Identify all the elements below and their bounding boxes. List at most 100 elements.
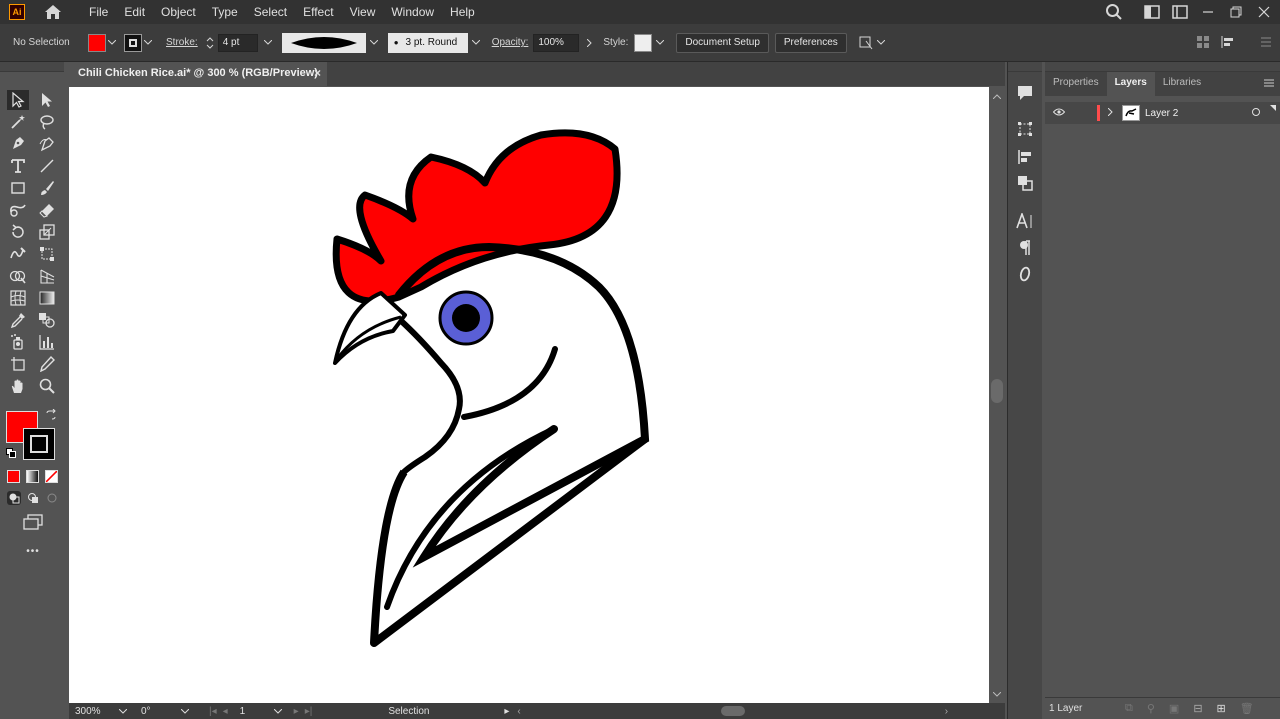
comb-shape[interactable] [332,129,621,305]
gradient-mode-button[interactable] [26,470,39,483]
collect-for-export-icon[interactable]: ⧉ [1125,702,1133,715]
layer-row[interactable]: Layer 2 [1045,102,1280,124]
artboard-tool-icon[interactable] [7,354,29,374]
rotate-tool-icon[interactable] [7,222,29,242]
zoom-dropdown-icon[interactable] [118,706,133,717]
direct-selection-tool-icon[interactable] [36,90,58,110]
stroke-weight-dropdown-icon[interactable] [262,34,274,52]
locate-object-icon[interactable]: ⚲ [1147,702,1155,715]
restore-icon[interactable] [1224,0,1248,24]
menu-file[interactable]: File [81,0,116,24]
pathfinder-panel-icon[interactable] [1015,174,1035,192]
menu-view[interactable]: View [342,0,384,24]
edit-toolbar-button[interactable]: ••• [22,546,44,560]
eyedropper-tool-icon[interactable] [7,310,29,330]
selection-tool-icon[interactable] [7,90,29,110]
opentype-panel-icon[interactable] [1015,265,1035,283]
stroke-dropdown-icon[interactable] [142,34,154,52]
menu-effect[interactable]: Effect [295,0,341,24]
rotation-dropdown-icon[interactable] [180,706,195,717]
shape-builder-tool-icon[interactable] [7,266,29,286]
shaper-tool-icon[interactable] [7,200,29,220]
neck-back-outline[interactable] [370,435,648,647]
close-window-icon[interactable] [1252,0,1276,24]
transform-options-icon[interactable] [857,34,875,52]
opacity-input[interactable]: 100% [533,33,580,52]
hscroll-left-icon[interactable]: ‹ [517,706,520,717]
fill-swatch[interactable] [88,33,106,52]
next-artboard-icon[interactable]: ▸ [294,706,299,717]
character-panel-icon[interactable] [1015,212,1035,230]
scroll-down-icon[interactable] [992,688,1002,700]
right-panel-grip[interactable] [1045,62,1280,72]
cheek-line[interactable] [461,346,558,420]
close-document-icon[interactable]: × [314,62,321,84]
swap-fill-stroke-icon[interactable] [45,408,57,421]
symbol-sprayer-tool-icon[interactable] [7,332,29,352]
slice-tool-icon[interactable] [36,354,58,374]
profile-dropdown-icon[interactable] [368,34,380,52]
pen-tool-icon[interactable] [7,134,29,154]
stroke-swatch[interactable] [124,33,142,52]
stroke-color-swatch[interactable] [23,428,55,460]
blend-tool-icon[interactable] [36,310,58,330]
type-tool-icon[interactable] [7,156,29,176]
control-bar-menu-icon[interactable] [1260,36,1272,48]
free-transform-tool-icon[interactable] [36,244,58,264]
brush-dropdown-icon[interactable] [470,34,482,52]
head-outline[interactable] [395,242,650,568]
magic-wand-tool-icon[interactable] [7,112,29,132]
create-sublayer-icon[interactable]: ⊟ [1193,702,1202,715]
scroll-up-icon[interactable] [992,90,1002,102]
tab-layers[interactable]: Layers [1106,72,1155,96]
transform-panel-icon[interactable] [1015,120,1035,138]
screen-mode-icon[interactable] [22,514,44,530]
align-options-icon[interactable] [1196,35,1210,49]
menu-window[interactable]: Window [383,0,442,24]
tab-libraries[interactable]: Libraries [1155,72,1209,96]
panel-menu-icon[interactable] [1264,78,1274,91]
throat-curve[interactable] [396,316,463,475]
brush-definition[interactable]: ● 3 pt. Round [387,32,468,53]
scroll-thumb[interactable] [991,379,1003,403]
warp-tool-icon[interactable] [7,244,29,264]
layer-name[interactable]: Layer 2 [1145,108,1245,119]
home-icon[interactable] [43,2,63,22]
none-mode-button[interactable] [45,470,58,483]
rectangle-tool-icon[interactable] [7,178,29,198]
perspective-grid-tool-icon[interactable] [36,266,58,286]
vertical-scrollbar[interactable] [989,87,1005,703]
paintbrush-tool-icon[interactable] [36,178,58,198]
artboard-number[interactable]: 1 [240,706,274,717]
minimize-icon[interactable] [1196,0,1220,24]
style-dropdown-icon[interactable] [654,34,666,52]
artboard-dropdown-icon[interactable] [273,706,288,717]
draw-behind-icon[interactable] [26,491,40,505]
zoom-level[interactable]: 300% [75,706,119,717]
fill-dropdown-icon[interactable] [106,34,118,52]
hand-tool-icon[interactable] [7,376,29,396]
artboard[interactable] [69,87,989,703]
zoom-tool-icon[interactable] [36,376,58,396]
status-menu-icon[interactable]: ▸ [504,706,509,717]
delete-layer-icon[interactable]: 🗑 [1240,702,1254,715]
curvature-tool-icon[interactable] [36,134,58,154]
horizontal-scroll-thumb[interactable] [720,706,745,716]
create-new-layer-icon[interactable]: ⊞ [1217,702,1226,715]
stroke-stepper-icon[interactable] [204,33,216,53]
expand-layer-icon[interactable] [1107,107,1118,119]
opacity-label[interactable]: Opacity: [492,37,529,48]
visibility-eye-icon[interactable] [1052,107,1067,119]
draw-normal-icon[interactable] [7,491,21,505]
color-mode-button[interactable] [7,470,20,483]
menu-help[interactable]: Help [442,0,483,24]
eraser-tool-icon[interactable] [36,200,58,220]
paragraph-panel-icon[interactable] [1015,239,1035,257]
search-icon[interactable] [1102,0,1126,24]
inner-neck-line[interactable] [384,426,557,610]
make-clipping-mask-icon[interactable]: ▣ [1169,702,1179,715]
workspace-switcher-icon[interactable] [1168,0,1192,24]
menu-select[interactable]: Select [246,0,295,24]
stroke-label[interactable]: Stroke: [166,37,198,48]
document-tab[interactable]: Chili Chicken Rice.ai* @ 300 % (RGB/Prev… [69,62,327,86]
